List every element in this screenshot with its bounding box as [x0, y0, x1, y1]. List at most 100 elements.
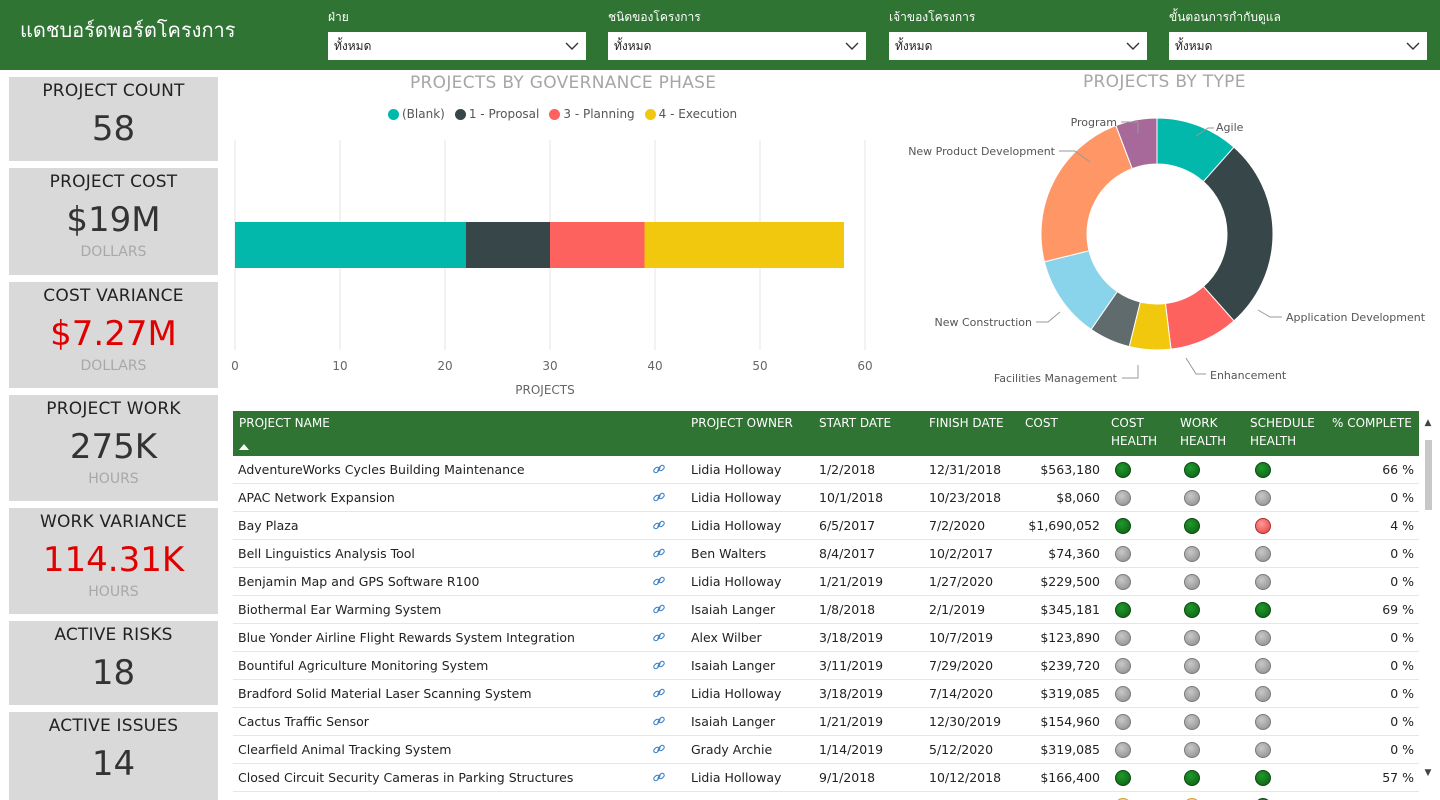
table-scrollbar-thumb[interactable] — [1425, 440, 1432, 510]
kpi-card-work-variance[interactable]: WORK VARIANCE 114.31K HOURS — [9, 508, 218, 614]
slice-label: Facilities Management — [994, 372, 1118, 385]
filter-department-dropdown[interactable]: ทั้งหมด — [328, 32, 586, 60]
column-header-project-owner[interactable]: PROJECT OWNER — [691, 414, 793, 432]
link-icon[interactable] — [652, 658, 666, 672]
scroll-down-icon[interactable]: ▼ — [1422, 768, 1434, 782]
kpi-value: $19M — [66, 200, 161, 240]
slice-label: Application Development — [1286, 311, 1426, 324]
start-date-cell: 1/8/2018 — [819, 602, 876, 617]
table-row[interactable]: Bell Linguistics Analysis Tool Ben Walter… — [233, 540, 1419, 568]
filter-project-owner-dropdown[interactable]: ทั้งหมด — [889, 32, 1147, 60]
table-row[interactable] — [233, 792, 1419, 800]
table-row[interactable]: Bountiful Agriculture Monitoring System I… — [233, 652, 1419, 680]
work-health-indicator — [1184, 714, 1200, 730]
leader-line — [1185, 357, 1206, 375]
bar-segment[interactable] — [466, 222, 550, 268]
finish-date-cell: 10/7/2019 — [929, 630, 994, 645]
column-header-percent-complete[interactable]: % COMPLETE — [1332, 414, 1412, 432]
legend-item[interactable]: 3 - Planning — [549, 107, 635, 121]
project-owner-cell: Lidia Holloway — [691, 518, 782, 533]
schedule-health-indicator — [1255, 602, 1271, 618]
table-row[interactable]: Benjamin Map and GPS Software R100 Lidia … — [233, 568, 1419, 596]
filter-governance-phase-dropdown[interactable]: ทั้งหมด — [1169, 32, 1427, 60]
scroll-up-icon[interactable]: ▲ — [1422, 418, 1434, 432]
work-health-indicator — [1184, 490, 1200, 506]
legend-item[interactable]: 4 - Execution — [644, 107, 737, 121]
link-icon[interactable] — [652, 462, 666, 476]
table-row[interactable]: Clearfield Animal Tracking System Grady A… — [233, 736, 1419, 764]
schedule-health-indicator — [1255, 490, 1271, 506]
bar-segment[interactable] — [644, 222, 845, 268]
column-header-work-health[interactable]: WORK HEALTH — [1180, 414, 1226, 450]
percent-complete-cell: 66 % — [1382, 462, 1414, 477]
start-date-cell: 8/4/2017 — [819, 546, 876, 561]
link-icon[interactable] — [652, 490, 666, 504]
filter-project-type: ชนิดของโครงการ ทั้งหมด — [608, 8, 866, 60]
kpi-card-active-issues[interactable]: ACTIVE ISSUES 14 — [9, 712, 218, 800]
x-tick-label: 40 — [647, 359, 662, 373]
x-tick-label: 60 — [857, 359, 872, 373]
kpi-value: 275K — [69, 427, 158, 467]
table-row[interactable]: AdventureWorks Cycles Building Maintenan… — [233, 456, 1419, 484]
link-icon[interactable] — [652, 742, 666, 756]
table-row[interactable]: Closed Circuit Security Cameras in Parki… — [233, 764, 1419, 792]
project-name-cell: Closed Circuit Security Cameras in Parki… — [238, 770, 574, 785]
finish-date-cell: 7/14/2020 — [929, 686, 994, 701]
link-icon[interactable] — [652, 546, 666, 560]
kpi-card-project-work[interactable]: PROJECT WORK 275K HOURS — [9, 395, 218, 501]
link-icon[interactable] — [652, 770, 666, 784]
column-header-cost[interactable]: COST — [1025, 414, 1058, 432]
table-row[interactable]: Cactus Traffic Sensor Isaiah Langer 1/21/2… — [233, 708, 1419, 736]
column-header-project-name[interactable]: PROJECT NAME — [239, 414, 330, 432]
kpi-title: PROJECT COST — [49, 172, 178, 192]
project-name-cell: Bay Plaza — [238, 518, 299, 533]
legend-label: 3 - Planning — [563, 107, 635, 121]
link-icon[interactable] — [652, 714, 666, 728]
column-header-line: HEALTH — [1250, 434, 1297, 448]
table-row[interactable]: Biothermal Ear Warming System Isaiah Lang… — [233, 596, 1419, 624]
kpi-card-project-cost[interactable]: PROJECT COST $19M DOLLARS — [9, 168, 218, 275]
kpi-card-cost-variance[interactable]: COST VARIANCE $7.27M DOLLARS — [9, 282, 218, 388]
column-header-schedule-health[interactable]: SCHEDULE HEALTH — [1250, 414, 1315, 450]
kpi-card-project-count[interactable]: PROJECT COUNT 58 — [9, 77, 218, 161]
cost-health-indicator — [1115, 490, 1131, 506]
cost-cell: $8,060 — [1056, 490, 1100, 505]
table-row[interactable]: Blue Yonder Airline Flight Rewards Syste… — [233, 624, 1419, 652]
table-header: PROJECT NAME PROJECT OWNER START DATE FI… — [233, 411, 1419, 456]
schedule-health-indicator — [1255, 686, 1271, 702]
percent-complete-cell: 0 % — [1390, 686, 1414, 701]
column-header-finish-date[interactable]: FINISH DATE — [929, 414, 1004, 432]
legend-item[interactable]: 1 - Proposal — [454, 107, 539, 121]
link-icon[interactable] — [652, 602, 666, 616]
column-header-cost-health[interactable]: COST HEALTH — [1111, 414, 1157, 450]
link-icon[interactable] — [652, 518, 666, 532]
finish-date-cell: 1/27/2020 — [929, 574, 994, 589]
cost-health-indicator — [1115, 658, 1131, 674]
donut-slice[interactable] — [1202, 146, 1274, 322]
table-row[interactable]: Bradford Solid Material Laser Scanning S… — [233, 680, 1419, 708]
bar-segment[interactable] — [235, 222, 466, 268]
sort-ascending-icon[interactable] — [239, 444, 249, 450]
bar-segment[interactable] — [550, 222, 645, 268]
link-icon[interactable] — [652, 574, 666, 588]
cost-cell: $563,180 — [1040, 462, 1100, 477]
cost-cell: $1,690,052 — [1028, 518, 1100, 533]
legend-marker — [454, 108, 466, 120]
percent-complete-cell: 4 % — [1390, 518, 1414, 533]
table-row[interactable]: Bay Plaza Lidia Holloway 6/5/2017 7/2/2020 $… — [233, 512, 1419, 540]
link-icon[interactable] — [652, 630, 666, 644]
kpi-card-active-risks[interactable]: ACTIVE RISKS 18 — [9, 621, 218, 705]
schedule-health-indicator — [1255, 462, 1271, 478]
cost-health-indicator — [1115, 518, 1131, 534]
work-health-indicator — [1184, 658, 1200, 674]
work-health-indicator — [1184, 602, 1200, 618]
kpi-value: 14 — [91, 744, 136, 784]
filter-project-type-dropdown[interactable]: ทั้งหมด — [608, 32, 866, 60]
finish-date-cell: 10/2/2017 — [929, 546, 994, 561]
column-header-start-date[interactable]: START DATE — [819, 414, 891, 432]
legend-item[interactable]: (Blank) — [388, 107, 445, 121]
project-owner-cell: Lidia Holloway — [691, 686, 782, 701]
link-icon[interactable] — [652, 686, 666, 700]
project-name-cell: Bountiful Agriculture Monitoring System — [238, 658, 489, 673]
table-row[interactable]: APAC Network Expansion Lidia Holloway 10/1… — [233, 484, 1419, 512]
